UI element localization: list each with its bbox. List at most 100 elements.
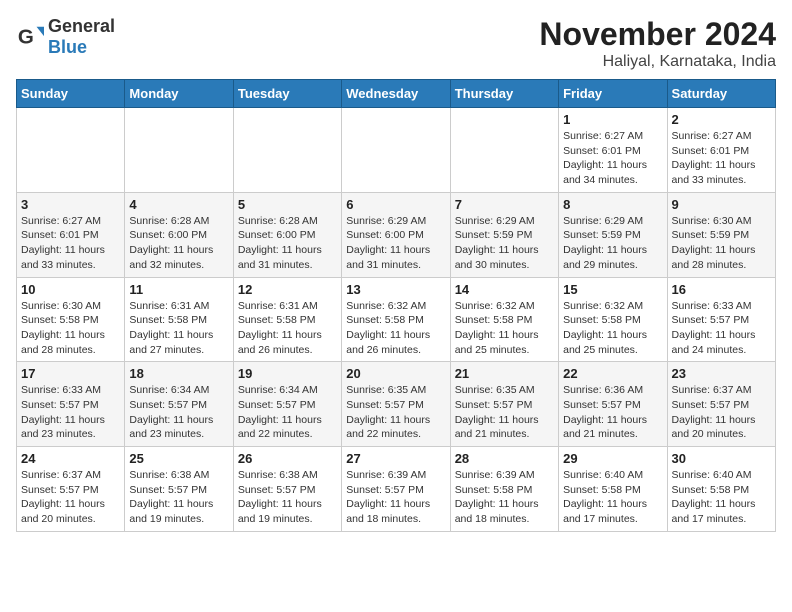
day-number: 6 — [346, 197, 445, 212]
day-info: Sunrise: 6:29 AM Sunset: 5:59 PM Dayligh… — [455, 214, 554, 273]
calendar-cell: 30Sunrise: 6:40 AM Sunset: 5:58 PM Dayli… — [667, 447, 775, 532]
calendar-cell: 5 Sunrise: 6:28 AM Sunset: 6:00 PM Daylig… — [233, 192, 341, 277]
day-number: 26 — [238, 451, 337, 466]
day-number: 14 — [455, 282, 554, 297]
day-number: 5 — [238, 197, 337, 212]
page-subtitle: Haliyal, Karnataka, India — [539, 53, 776, 71]
calendar-cell: 4 Sunrise: 6:28 AM Sunset: 6:00 PM Daylig… — [125, 192, 233, 277]
weekday-header: Friday — [559, 80, 667, 108]
calendar-cell: 9 Sunrise: 6:30 AM Sunset: 5:59 PM Daylig… — [667, 192, 775, 277]
calendar-cell: 15Sunrise: 6:32 AM Sunset: 5:58 PM Dayli… — [559, 277, 667, 362]
day-info: Sunrise: 6:31 AM Sunset: 5:58 PM Dayligh… — [129, 299, 228, 358]
day-number: 9 — [672, 197, 771, 212]
calendar-cell: 11Sunrise: 6:31 AM Sunset: 5:58 PM Dayli… — [125, 277, 233, 362]
day-info: Sunrise: 6:39 AM Sunset: 5:58 PM Dayligh… — [455, 468, 554, 527]
day-number: 24 — [21, 451, 120, 466]
weekday-header: Tuesday — [233, 80, 341, 108]
logo-icon: G — [16, 23, 44, 51]
logo: G General Blue — [16, 16, 115, 58]
weekday-header: Wednesday — [342, 80, 450, 108]
weekday-header: Monday — [125, 80, 233, 108]
day-info: Sunrise: 6:38 AM Sunset: 5:57 PM Dayligh… — [238, 468, 337, 527]
calendar-week-row: 3 Sunrise: 6:27 AM Sunset: 6:01 PM Daylig… — [17, 192, 776, 277]
title-block: November 2024 Haliyal, Karnataka, India — [539, 16, 776, 71]
calendar-cell: 22 Sunrise: 6:36 AM Sunset: 5:57 PM Dayli… — [559, 362, 667, 447]
calendar-cell: 25Sunrise: 6:38 AM Sunset: 5:57 PM Dayli… — [125, 447, 233, 532]
svg-text:G: G — [18, 26, 34, 49]
page-title: November 2024 — [539, 16, 776, 53]
day-info: Sunrise: 6:35 AM Sunset: 5:57 PM Dayligh… — [455, 383, 554, 442]
calendar-cell: 21 Sunrise: 6:35 AM Sunset: 5:57 PM Dayli… — [450, 362, 558, 447]
day-info: Sunrise: 6:34 AM Sunset: 5:57 PM Dayligh… — [129, 383, 228, 442]
calendar-cell: 1 Sunrise: 6:27 AM Sunset: 6:01 PM Daylig… — [559, 108, 667, 193]
calendar-cell: 17Sunrise: 6:33 AM Sunset: 5:57 PM Dayli… — [17, 362, 125, 447]
calendar-cell: 18 Sunrise: 6:34 AM Sunset: 5:57 PM Dayli… — [125, 362, 233, 447]
day-info: Sunrise: 6:27 AM Sunset: 6:01 PM Dayligh… — [21, 214, 120, 273]
day-info: Sunrise: 6:29 AM Sunset: 5:59 PM Dayligh… — [563, 214, 662, 273]
day-info: Sunrise: 6:27 AM Sunset: 6:01 PM Dayligh… — [563, 129, 662, 188]
day-number: 16 — [672, 282, 771, 297]
day-info: Sunrise: 6:28 AM Sunset: 6:00 PM Dayligh… — [238, 214, 337, 273]
calendar-week-row: 24 Sunrise: 6:37 AM Sunset: 5:57 PM Dayli… — [17, 447, 776, 532]
day-number: 18 — [129, 366, 228, 381]
calendar-week-row: 10 Sunrise: 6:30 AM Sunset: 5:58 PM Dayli… — [17, 277, 776, 362]
weekday-header: Thursday — [450, 80, 558, 108]
day-info: Sunrise: 6:33 AM Sunset: 5:57 PM Dayligh… — [672, 299, 771, 358]
calendar-cell: 8 Sunrise: 6:29 AM Sunset: 5:59 PM Daylig… — [559, 192, 667, 277]
calendar-cell: 28Sunrise: 6:39 AM Sunset: 5:58 PM Dayli… — [450, 447, 558, 532]
day-number: 8 — [563, 197, 662, 212]
day-info: Sunrise: 6:39 AM Sunset: 5:57 PM Dayligh… — [346, 468, 445, 527]
calendar-cell: 2Sunrise: 6:27 AM Sunset: 6:01 PM Daylig… — [667, 108, 775, 193]
day-number: 27 — [346, 451, 445, 466]
weekday-header: Saturday — [667, 80, 775, 108]
day-info: Sunrise: 6:32 AM Sunset: 5:58 PM Dayligh… — [346, 299, 445, 358]
calendar-cell — [342, 108, 450, 193]
day-number: 23 — [672, 366, 771, 381]
calendar-cell: 13 Sunrise: 6:32 AM Sunset: 5:58 PM Dayli… — [342, 277, 450, 362]
day-info: Sunrise: 6:34 AM Sunset: 5:57 PM Dayligh… — [238, 383, 337, 442]
calendar-cell: 20Sunrise: 6:35 AM Sunset: 5:57 PM Dayli… — [342, 362, 450, 447]
day-info: Sunrise: 6:35 AM Sunset: 5:57 PM Dayligh… — [346, 383, 445, 442]
day-info: Sunrise: 6:28 AM Sunset: 6:00 PM Dayligh… — [129, 214, 228, 273]
calendar-cell — [125, 108, 233, 193]
calendar-week-row: 17Sunrise: 6:33 AM Sunset: 5:57 PM Dayli… — [17, 362, 776, 447]
day-info: Sunrise: 6:36 AM Sunset: 5:57 PM Dayligh… — [563, 383, 662, 442]
calendar-cell — [17, 108, 125, 193]
weekday-header: Sunday — [17, 80, 125, 108]
day-number: 12 — [238, 282, 337, 297]
weekday-header-row: SundayMondayTuesdayWednesdayThursdayFrid… — [17, 80, 776, 108]
day-number: 21 — [455, 366, 554, 381]
calendar-cell: 26 Sunrise: 6:38 AM Sunset: 5:57 PM Dayli… — [233, 447, 341, 532]
day-number: 29 — [563, 451, 662, 466]
day-info: Sunrise: 6:33 AM Sunset: 5:57 PM Dayligh… — [21, 383, 120, 442]
calendar-cell: 14 Sunrise: 6:32 AM Sunset: 5:58 PM Dayli… — [450, 277, 558, 362]
day-number: 13 — [346, 282, 445, 297]
calendar-cell: 29 Sunrise: 6:40 AM Sunset: 5:58 PM Dayli… — [559, 447, 667, 532]
day-info: Sunrise: 6:27 AM Sunset: 6:01 PM Dayligh… — [672, 129, 771, 188]
calendar-cell: 12Sunrise: 6:31 AM Sunset: 5:58 PM Dayli… — [233, 277, 341, 362]
day-number: 3 — [21, 197, 120, 212]
calendar-cell: 3 Sunrise: 6:27 AM Sunset: 6:01 PM Daylig… — [17, 192, 125, 277]
calendar-cell: 7Sunrise: 6:29 AM Sunset: 5:59 PM Daylig… — [450, 192, 558, 277]
day-info: Sunrise: 6:37 AM Sunset: 5:57 PM Dayligh… — [21, 468, 120, 527]
calendar-cell — [450, 108, 558, 193]
day-info: Sunrise: 6:40 AM Sunset: 5:58 PM Dayligh… — [563, 468, 662, 527]
logo-general: General — [48, 16, 115, 36]
day-info: Sunrise: 6:38 AM Sunset: 5:57 PM Dayligh… — [129, 468, 228, 527]
day-info: Sunrise: 6:32 AM Sunset: 5:58 PM Dayligh… — [563, 299, 662, 358]
day-info: Sunrise: 6:30 AM Sunset: 5:59 PM Dayligh… — [672, 214, 771, 273]
day-info: Sunrise: 6:37 AM Sunset: 5:57 PM Dayligh… — [672, 383, 771, 442]
day-info: Sunrise: 6:30 AM Sunset: 5:58 PM Dayligh… — [21, 299, 120, 358]
calendar-week-row: 1 Sunrise: 6:27 AM Sunset: 6:01 PM Daylig… — [17, 108, 776, 193]
day-info: Sunrise: 6:32 AM Sunset: 5:58 PM Dayligh… — [455, 299, 554, 358]
day-info: Sunrise: 6:40 AM Sunset: 5:58 PM Dayligh… — [672, 468, 771, 527]
calendar-cell: 10 Sunrise: 6:30 AM Sunset: 5:58 PM Dayli… — [17, 277, 125, 362]
day-number: 10 — [21, 282, 120, 297]
calendar-cell: 6Sunrise: 6:29 AM Sunset: 6:00 PM Daylig… — [342, 192, 450, 277]
day-number: 1 — [563, 112, 662, 127]
calendar-table: SundayMondayTuesdayWednesdayThursdayFrid… — [16, 79, 776, 532]
calendar-cell: 16 Sunrise: 6:33 AM Sunset: 5:57 PM Dayli… — [667, 277, 775, 362]
day-number: 4 — [129, 197, 228, 212]
day-number: 22 — [563, 366, 662, 381]
calendar-cell: 23 Sunrise: 6:37 AM Sunset: 5:57 PM Dayli… — [667, 362, 775, 447]
